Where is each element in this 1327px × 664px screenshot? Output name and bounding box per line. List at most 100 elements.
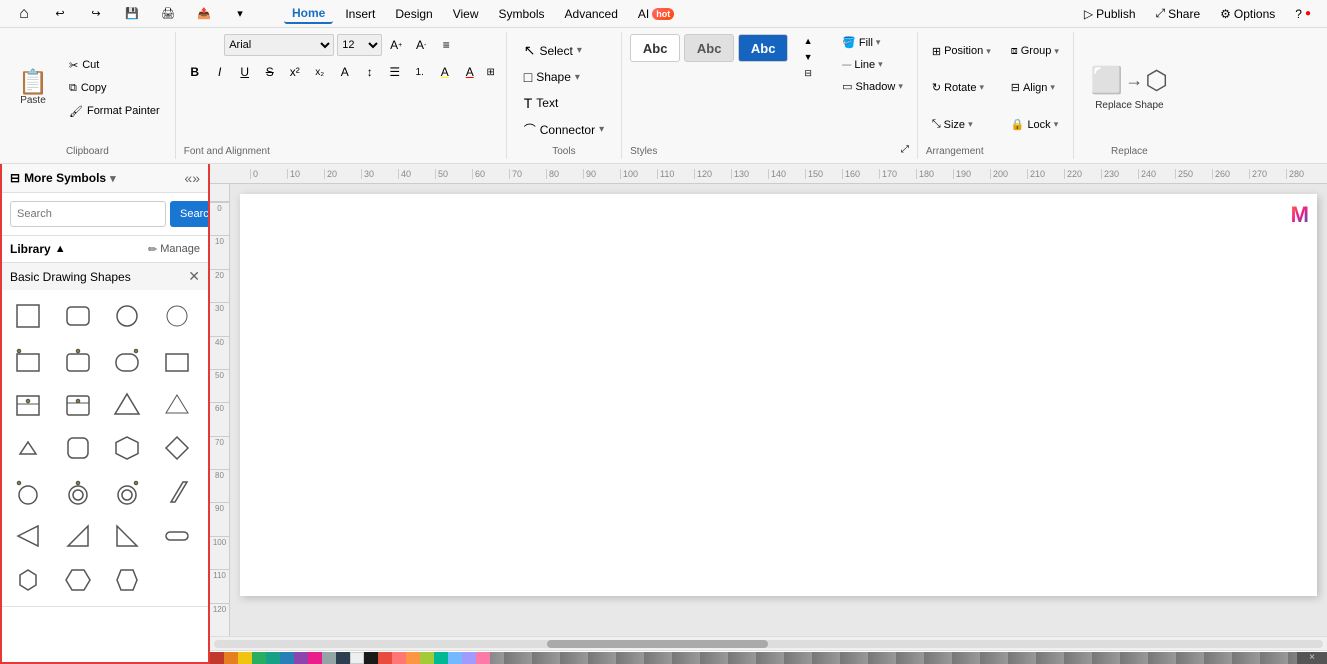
tab-home[interactable]: Home [284,4,333,24]
shape-circle[interactable] [107,296,147,336]
shape-circle-dbl[interactable] [58,472,98,512]
tab-design[interactable]: Design [387,5,440,23]
color-swatch-coral[interactable] [392,652,406,664]
shape-square[interactable] [8,296,48,336]
text-btn[interactable]: T Text [515,91,613,115]
numbering-btn[interactable]: 1. [409,61,431,83]
color-swatch-teal[interactable] [266,652,280,664]
line-btn[interactable]: ─ Line ▾ [836,55,909,74]
print-btn[interactable]: 🖨 [152,4,184,23]
more-actions-btn[interactable]: ▾ [224,4,256,23]
shape-tri-right-sm[interactable] [107,516,147,556]
underline-btn[interactable]: U [234,61,256,83]
color-swatch-cyan[interactable] [434,652,448,664]
italic-btn[interactable]: I [209,61,231,83]
connector-btn[interactable]: ⌒ Connector ▾ [515,117,613,142]
font-name-select[interactable]: Arial [224,34,334,56]
styles-scroll-up[interactable]: ▲ [792,34,824,48]
group-btn[interactable]: ⧈ Group ▾ [1005,43,1065,60]
color-swatch-white[interactable] [350,652,364,664]
horizontal-scrollbar[interactable] [210,636,1327,650]
lock-btn[interactable]: 🔒 Lock ▾ [1005,116,1065,133]
align-btn[interactable]: ≡ [435,34,457,56]
canvas-content[interactable]: M [230,184,1327,636]
color-swatch-yellow[interactable] [238,652,252,664]
rotate-btn[interactable]: ↻ Rotate ▾ [926,79,997,96]
shrink-font-btn[interactable]: A- [410,34,432,56]
position-btn[interactable]: ⊞ Position ▾ [926,43,997,60]
shape-rect-note[interactable] [58,384,98,424]
shape-triangle-outline[interactable] [157,384,197,424]
subscript-btn[interactable]: x₂ [309,61,331,83]
strikethrough-btn[interactable]: S [259,61,281,83]
undo-btn[interactable]: ↩ [44,4,76,23]
bold-btn[interactable]: B [184,61,206,83]
highlight-btn[interactable]: A [434,61,456,83]
format-painter-btn[interactable]: 🖌 Format Painter [62,101,167,122]
sidebar-collapse-btn[interactable]: «» [184,170,200,186]
color-swatch-purple[interactable] [294,652,308,664]
style-sample-3[interactable]: Abc [738,34,788,62]
shape-circle-dot[interactable] [8,472,48,512]
text-direction-btn[interactable]: A [334,61,356,83]
tab-view[interactable]: View [445,5,487,23]
paste-btn[interactable]: 📋 Paste [8,58,58,118]
color-swatch-blue[interactable] [280,652,294,664]
redo-btn[interactable]: ↪ [80,4,112,23]
shape-triangle-left[interactable] [8,516,48,556]
shape-circle-thin[interactable] [157,296,197,336]
shape-hex-sm1[interactable] [8,560,48,600]
list-btn[interactable]: ☰ [384,61,406,83]
sidebar-dropdown-icon[interactable]: ▾ [110,172,116,185]
color-swatch-pink[interactable] [308,652,322,664]
style-sample-2[interactable]: Abc [684,34,734,62]
shape-rect-dot-tl[interactable] [8,340,48,380]
tab-insert[interactable]: Insert [337,5,383,23]
shape-circle-dbl2[interactable] [107,472,147,512]
shape-rounded-dot[interactable] [58,340,98,380]
publish-btn[interactable]: ▷ Publish [1076,5,1144,23]
color-swatch-lime[interactable] [420,652,434,664]
color-swatch-green[interactable] [252,652,266,664]
color-swatch-violet[interactable] [462,652,476,664]
replace-shape-btn[interactable]: ⬜ → ⬡ Replace Shape [1082,60,1177,117]
save-btn[interactable]: 💾 [116,4,148,23]
align-btn[interactable]: ⊟ Align ▾ [1005,79,1065,96]
color-swatch-black[interactable] [364,652,378,664]
shape-rounded2[interactable] [107,340,147,380]
shape-triangle[interactable] [107,384,147,424]
cut-btn[interactable]: ✂ Cut [62,55,167,76]
color-swatch-amber[interactable] [406,652,420,664]
color-swatch-red[interactable] [210,652,224,664]
share-btn[interactable]: ⤢ Share [1148,4,1209,23]
shape-hex-sm3[interactable] [107,560,147,600]
copy-btn[interactable]: ⧉ Copy [62,78,167,99]
color-swatch-orange[interactable] [224,652,238,664]
superscript-btn[interactable]: x² [284,61,306,83]
color-swatch-red2[interactable] [378,652,392,664]
shape-container[interactable] [8,384,48,424]
tab-ai[interactable]: AI hot [630,5,682,23]
color-swatch-grey[interactable] [322,652,336,664]
manage-btn[interactable]: ✏ Manage [148,243,200,256]
color-swatch-rose[interactable] [476,652,490,664]
styles-more[interactable]: ⊟ [792,66,824,80]
shape-tri-right-up[interactable] [58,516,98,556]
scroll-thumb[interactable] [547,640,769,648]
options-btn[interactable]: ⚙ Options [1212,5,1283,23]
font-size-select[interactable]: 12 [337,34,382,56]
shape-parallelogram[interactable] [157,472,197,512]
tab-advanced[interactable]: Advanced [557,5,626,23]
export-btn[interactable]: 📤 [188,4,220,23]
search-input[interactable] [10,201,166,227]
font-expand-btn[interactable]: ⊞ [484,66,498,79]
tab-symbols[interactable]: Symbols [491,5,553,23]
shape-btn[interactable]: □ Shape ▾ [515,65,613,89]
select-btn[interactable]: ↖ Select ▾ [515,38,613,63]
home-icon-btn[interactable]: ⌂ [8,1,40,27]
scroll-track[interactable] [214,640,1323,648]
fill-btn[interactable]: 🪣 Fill ▾ [836,34,909,51]
style-sample-1[interactable]: Abc [630,34,680,62]
search-btn[interactable]: Search [170,201,210,227]
shape-hex-sm2[interactable] [58,560,98,600]
